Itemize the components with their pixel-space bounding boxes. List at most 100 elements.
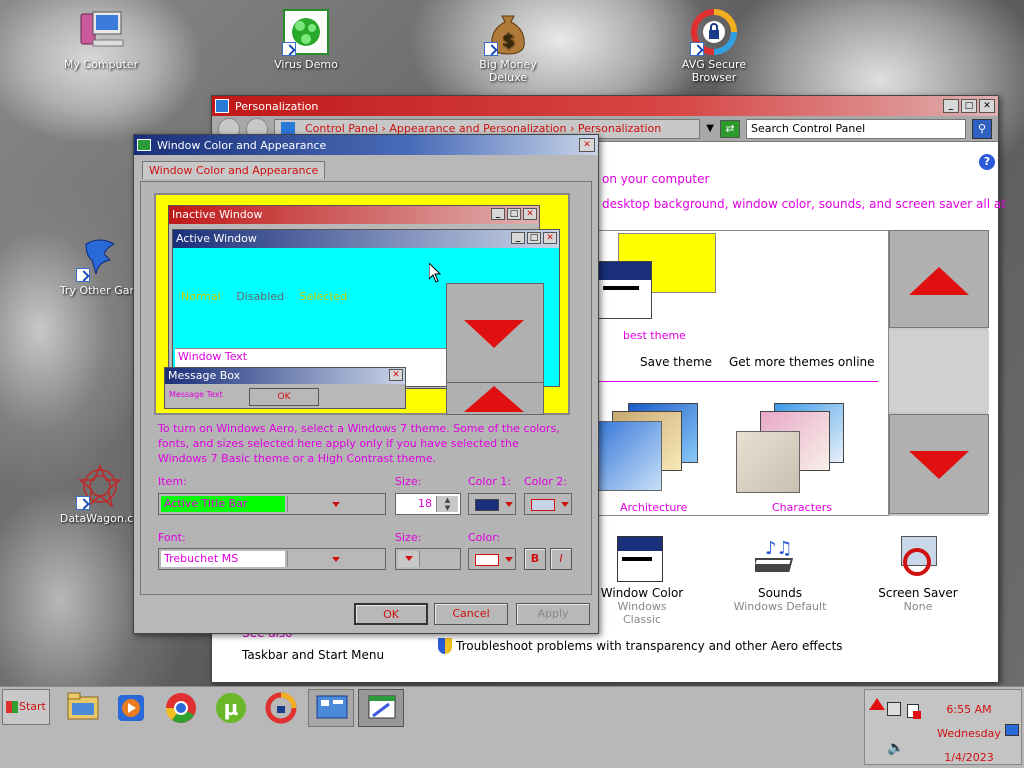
window-color-appearance-dialog: Window Color and Appearance ✕ Window Col… [133,134,599,634]
desktop-icon-label: DataWagon.co [59,512,141,525]
sounds-item[interactable]: ♪♫ Sounds Windows Default [730,536,830,613]
desktop-icon-label: Big Money Deluxe [479,58,537,84]
stepper-arrows[interactable]: ▲ ▼ [436,496,458,512]
apply-button[interactable]: Apply [516,603,590,625]
help-icon[interactable]: ? [979,154,995,170]
desktop-icon-my-computer[interactable]: My Computer [53,8,149,71]
preview-scrollbar[interactable] [446,283,544,415]
size-stepper[interactable]: 18 ▲ ▼ [395,493,461,515]
theme-name[interactable]: best theme [623,329,686,342]
bold-button[interactable]: B [524,548,546,570]
maximize-button[interactable]: □ [961,99,977,113]
sounds-icon: ♪♫ [749,536,805,582]
shortcut-arrow-icon [76,496,90,510]
taskbar-media-player[interactable] [108,689,154,727]
troubleshoot-link[interactable]: Troubleshoot problems with transparency … [438,638,843,654]
close-icon: ✕ [523,208,537,220]
item-select[interactable]: Active Title Bar [158,493,386,515]
chevron-down-icon [287,496,383,512]
item-sub: Windows Classic [617,600,667,626]
window-title: Personalization [235,99,319,113]
menu-normal-text: Normal [181,290,221,303]
action-center-icon[interactable] [907,704,921,719]
window-text: Window Text [178,350,248,363]
network-icon[interactable] [887,702,901,716]
system-tray: 🔈 6:55 AM Wednesday 1/4/2023 [864,689,1022,765]
taskbar-control-panel[interactable] [308,689,354,727]
cancel-button[interactable]: Cancel [434,603,508,625]
personalization-titlebar[interactable]: Personalization _ □ ✕ [212,96,998,116]
refresh-icon[interactable]: ⇄ [720,119,740,138]
color1-picker[interactable] [468,493,516,515]
themes-scrollbar[interactable] [888,230,989,516]
desktop-icon-label: Try Other Gam [59,284,141,297]
theme-label: Characters [772,501,833,514]
get-more-themes-link[interactable]: Get more themes online [729,355,875,369]
theme-preview-window [598,261,652,319]
taskbar-start-menu-link[interactable]: Taskbar and Start Menu [242,648,384,662]
taskbar-utorrent[interactable]: µ [208,689,254,727]
font-select[interactable]: Trebuchet MS [158,548,386,570]
font-size-select[interactable] [395,548,461,570]
chevron-down-icon[interactable]: ▼ [706,123,714,134]
minimize-button[interactable]: _ [943,99,959,113]
theme-characters[interactable]: Characters [734,403,844,514]
menu-disabled-text: Disabled [236,290,285,303]
tab-window-color-appearance[interactable]: Window Color and Appearance [142,161,326,179]
theme-label: Architecture [620,501,688,514]
shortcut-arrow-icon [76,268,90,282]
maximize-icon: □ [507,208,521,220]
dialog-icon [137,139,151,151]
arrow-down-icon [909,451,969,479]
ok-button[interactable]: OK [354,603,428,625]
svg-text:$: $ [502,30,515,51]
start-label: Start [19,700,46,713]
chrome-icon [166,693,196,723]
active-window-title: Active Window [176,232,257,245]
desktop-icon-virus-demo[interactable]: Virus Demo [258,8,354,71]
color2-picker[interactable] [524,493,572,515]
desktop-icon-avg-browser[interactable]: AVG Secure Browser [666,8,762,84]
close-icon: ✕ [389,369,403,381]
message-box-ok-button[interactable]: OK [249,388,319,406]
scroll-down-button[interactable] [889,414,989,514]
windows-logo-icon [6,701,18,713]
desktop-icon-label: AVG Secure Browser [681,58,747,84]
dialog-titlebar[interactable]: Window Color and Appearance ✕ [134,135,598,155]
desktop-icon-big-money[interactable]: $ Big Money Deluxe [460,8,556,84]
show-hidden-icons-icon[interactable] [869,698,885,710]
scroll-thumb[interactable] [889,330,989,412]
show-desktop-icon[interactable] [1005,724,1019,736]
theme-architecture[interactable]: Architecture [598,403,708,514]
avg-browser-icon [265,692,297,724]
maximize-icon: □ [527,232,541,244]
appearance-preview[interactable]: Inactive Window _ □ ✕ Active Window _ □ … [154,193,570,415]
size-label: Size: [395,475,422,488]
desktop-icon-label: Virus Demo [274,58,338,71]
italic-button[interactable]: I [550,548,572,570]
close-button[interactable]: ✕ [579,138,595,152]
window-color-item[interactable]: Window Color Windows Classic [597,536,687,626]
save-theme-link[interactable]: Save theme [640,355,712,369]
preview-message-box[interactable]: Message Box ✕ Message Text OK [164,367,406,409]
screen-saver-item[interactable]: Screen Saver None [868,536,968,613]
taskbar-window-color[interactable] [358,689,404,727]
troubleshoot-text: Troubleshoot problems with transparency … [456,639,843,653]
start-button[interactable]: Start [2,689,50,725]
item-label: Item: [158,475,187,488]
taskbar-chrome[interactable] [158,689,204,727]
font-color-picker[interactable] [468,548,516,570]
item-label: Sounds [757,586,803,600]
search-icon[interactable]: ⚲ [972,118,992,139]
close-button[interactable]: ✕ [979,99,995,113]
scroll-up-button[interactable] [889,230,989,328]
svg-text:µ: µ [224,696,239,720]
font-color-swatch [475,554,499,566]
search-input[interactable]: Search Control Panel [746,118,966,139]
clock[interactable]: 6:55 AM Wednesday 1/4/2023 [933,698,1005,768]
taskbar-file-explorer[interactable] [60,689,106,727]
minimize-icon: _ [491,208,505,220]
shortcut-arrow-icon [282,42,296,56]
volume-icon[interactable]: 🔈 [887,740,904,756]
taskbar-avg-browser[interactable] [258,689,304,727]
